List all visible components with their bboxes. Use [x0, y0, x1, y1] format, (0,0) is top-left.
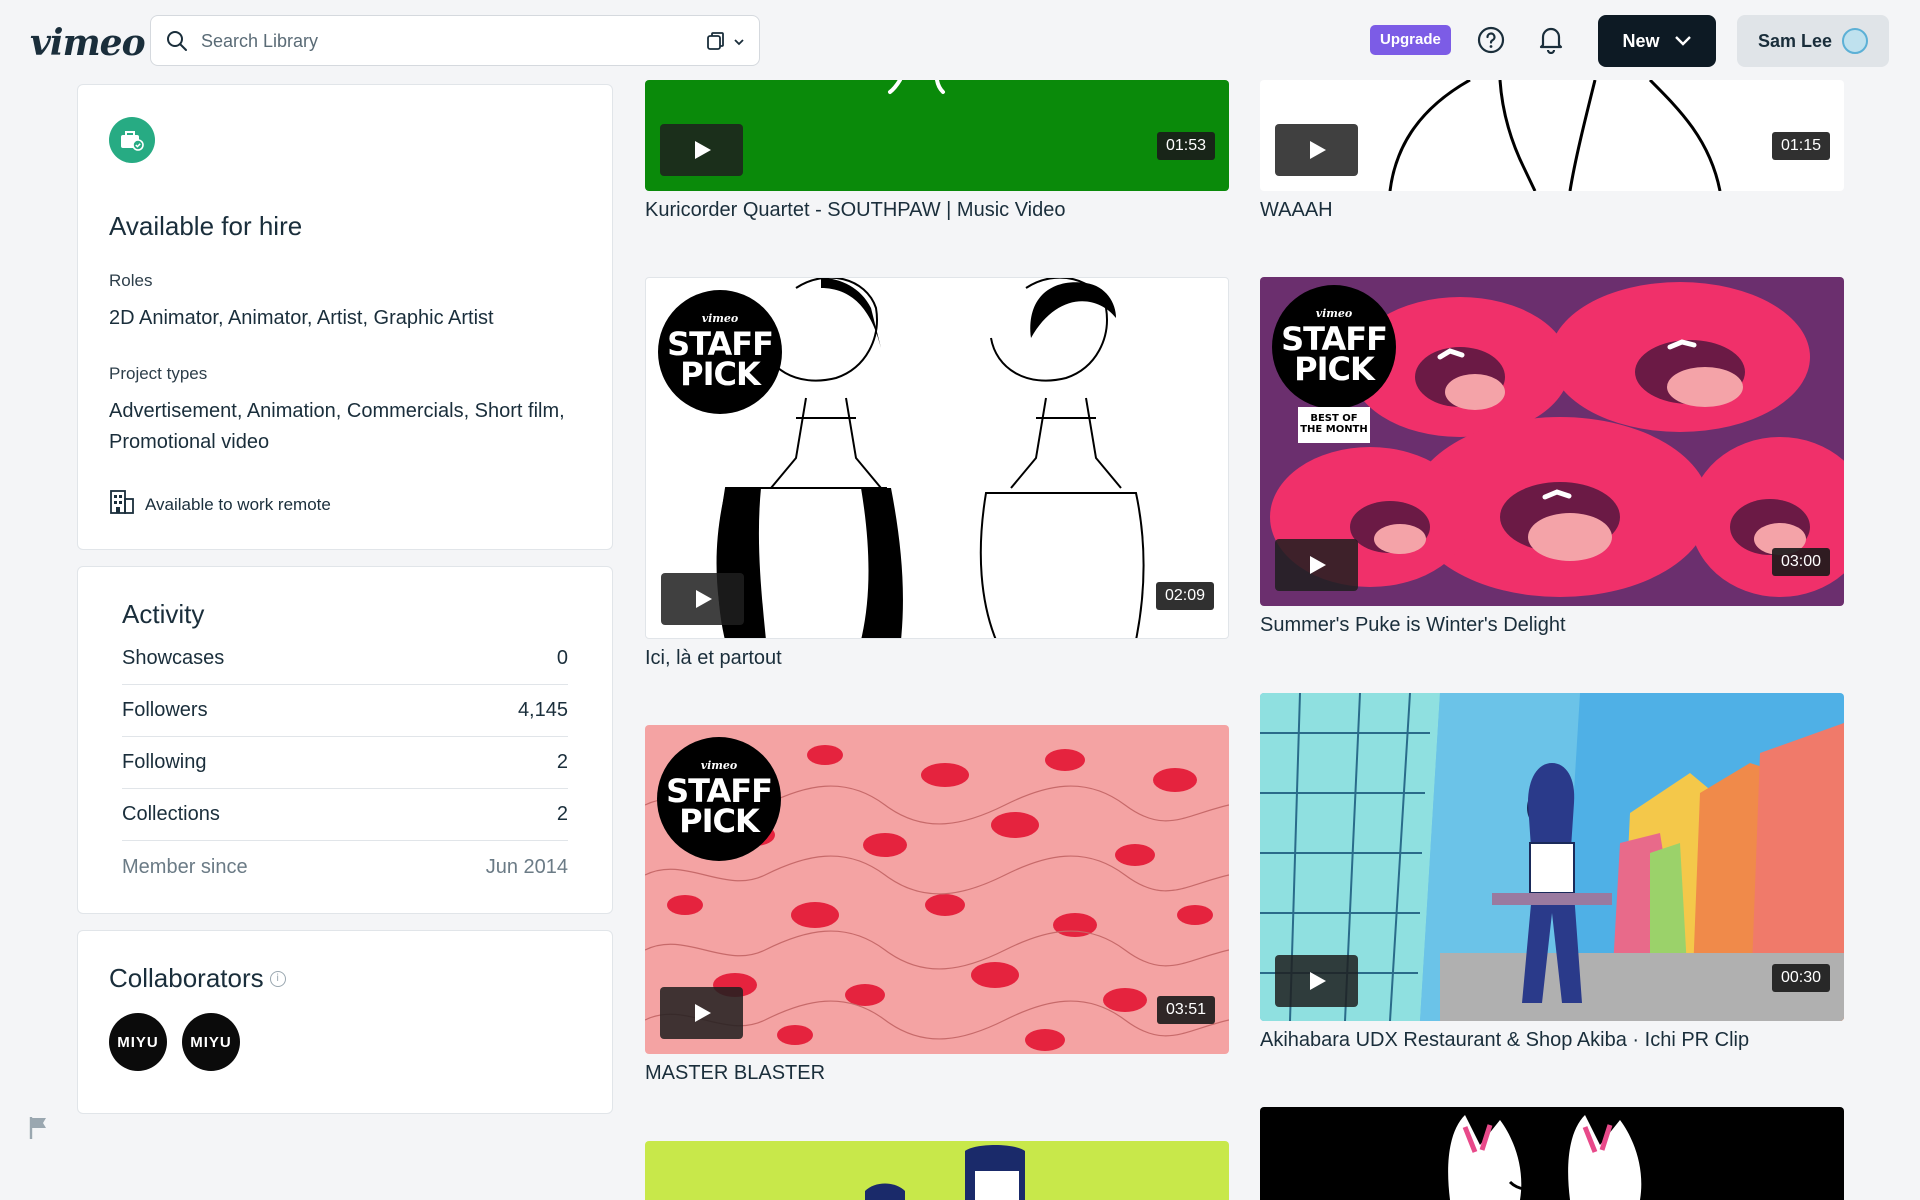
activity-value: 2	[556, 751, 568, 773]
staff-pick-line2: PICK	[680, 355, 761, 394]
video-thumbnail[interactable]: vimeo STAFF PICK 03:51	[645, 725, 1229, 1054]
available-for-hire-card: Available for hire Roles 2D Animator, An…	[77, 84, 613, 550]
video-title[interactable]: Ici, là et partout	[645, 647, 782, 670]
activity-value: 4,145	[517, 699, 568, 721]
staff-pick-badge: vimeo STAFF PICK	[1272, 285, 1396, 409]
play-button[interactable]	[661, 573, 744, 625]
activity-row-following[interactable]: Following 2	[122, 737, 568, 789]
collaborators-title-text: Collaborators	[109, 963, 264, 993]
hire-title: Available for hire	[109, 211, 303, 241]
staff-pick-line2: PICK	[1294, 350, 1375, 389]
remote-work-info: Available to work remote	[109, 489, 331, 520]
video-title[interactable]: WAAAH	[1260, 199, 1333, 222]
briefcase-icon	[109, 117, 155, 163]
activity-row-showcases[interactable]: Showcases 0	[122, 633, 568, 685]
notifications-bell-icon[interactable]	[1537, 24, 1565, 59]
user-avatar-icon	[1842, 28, 1869, 54]
search-filter-dropdown[interactable]	[705, 30, 745, 57]
vimeo-logo[interactable]: vimeo	[30, 22, 146, 64]
video-thumbnail[interactable]: vimeo STAFF PICK BEST OF THE MONTH 03:00	[1260, 277, 1844, 606]
play-button[interactable]	[660, 124, 743, 176]
best-of-month-ribbon: BEST OF THE MONTH	[1298, 407, 1370, 443]
video-duration: 01:53	[1156, 132, 1215, 160]
video-duration: 01:15	[1771, 132, 1830, 160]
staff-pick-line2: PICK	[679, 802, 760, 841]
search-bar[interactable]	[150, 15, 760, 66]
new-button[interactable]: New	[1598, 15, 1716, 67]
activity-label: Collections	[122, 803, 220, 825]
staff-pick-brand: vimeo	[700, 759, 738, 773]
video-duration: 02:09	[1155, 582, 1214, 610]
activity-row-member-since: Member since Jun 2014	[122, 841, 568, 893]
video-duration: 03:00	[1771, 548, 1830, 576]
activity-label: Following	[122, 751, 207, 773]
video-thumbnail[interactable]: vimeo STAFF PICK 02:09	[645, 277, 1229, 639]
chevron-down-icon	[1674, 31, 1692, 52]
info-icon[interactable]: i	[269, 970, 286, 987]
video-thumbnail[interactable]	[1260, 1107, 1844, 1200]
collaborators-title: Collaborators i	[109, 963, 286, 994]
video-title[interactable]: Kuricorder Quartet - SOUTHPAW | Music Vi…	[645, 199, 1066, 222]
video-title[interactable]: MASTER BLASTER	[645, 1062, 825, 1085]
video-title[interactable]: Akihabara UDX Restaurant & Shop Akiba · …	[1260, 1029, 1749, 1052]
activity-title: Activity	[122, 599, 205, 629]
activity-value: 2	[556, 803, 568, 825]
chevron-down-icon	[733, 35, 745, 53]
remote-text: Available to work remote	[145, 494, 331, 514]
help-icon[interactable]	[1477, 26, 1505, 59]
play-button[interactable]	[1275, 124, 1358, 176]
staff-pick-badge: vimeo STAFF PICK	[657, 737, 781, 861]
activity-label: Member since	[122, 855, 248, 878]
activity-row-followers[interactable]: Followers 4,145	[122, 685, 568, 737]
activity-label: Showcases	[122, 647, 225, 669]
video-thumbnail[interactable]: 01:15	[1260, 80, 1844, 191]
search-icon	[165, 29, 189, 58]
staff-pick-brand: vimeo	[701, 312, 739, 326]
play-button[interactable]	[660, 987, 743, 1039]
play-button[interactable]	[1275, 955, 1358, 1007]
top-header: vimeo Upgrade New Sam Lee	[0, 0, 1920, 80]
video-thumbnail[interactable]: 00:30	[1260, 693, 1844, 1021]
user-menu-button[interactable]: Sam Lee	[1737, 15, 1889, 67]
activity-card: Activity Showcases 0 Followers 4,145 Fol…	[77, 566, 613, 914]
building-icon	[109, 489, 135, 520]
activity-label: Followers	[122, 699, 208, 721]
search-input[interactable]	[201, 28, 641, 54]
collaborators-card: Collaborators i MIYU MIYU	[77, 930, 613, 1114]
activity-value: Jun 2014	[485, 855, 568, 878]
roles-value: 2D Animator, Animator, Artist, Graphic A…	[109, 307, 494, 329]
roles-label: Roles	[109, 271, 153, 290]
video-duration: 00:30	[1771, 964, 1830, 992]
collaborator-avatar[interactable]: MIYU	[109, 1013, 167, 1071]
activity-value: 0	[556, 647, 568, 669]
user-name: Sam Lee	[1757, 30, 1833, 51]
video-duration: 03:51	[1156, 996, 1215, 1024]
copy-icon	[705, 30, 727, 57]
video-thumbnail[interactable]: 01:53	[645, 80, 1229, 191]
activity-row-collections[interactable]: Collections 2	[122, 789, 568, 841]
play-button[interactable]	[1275, 539, 1358, 591]
video-thumbnail[interactable]	[645, 1141, 1229, 1200]
collaborator-avatar[interactable]: MIYU	[182, 1013, 240, 1071]
video-title[interactable]: Summer's Puke is Winter's Delight	[1260, 614, 1566, 637]
flag-icon[interactable]	[28, 1115, 50, 1146]
staff-pick-brand: vimeo	[1315, 307, 1353, 321]
project-types-label: Project types	[109, 364, 208, 383]
upgrade-button[interactable]: Upgrade	[1370, 25, 1451, 55]
staff-pick-badge: vimeo STAFF PICK	[658, 290, 782, 414]
project-types-value: Advertisement, Animation, Commercials, S…	[109, 400, 565, 453]
new-button-label: New	[1622, 30, 1660, 51]
